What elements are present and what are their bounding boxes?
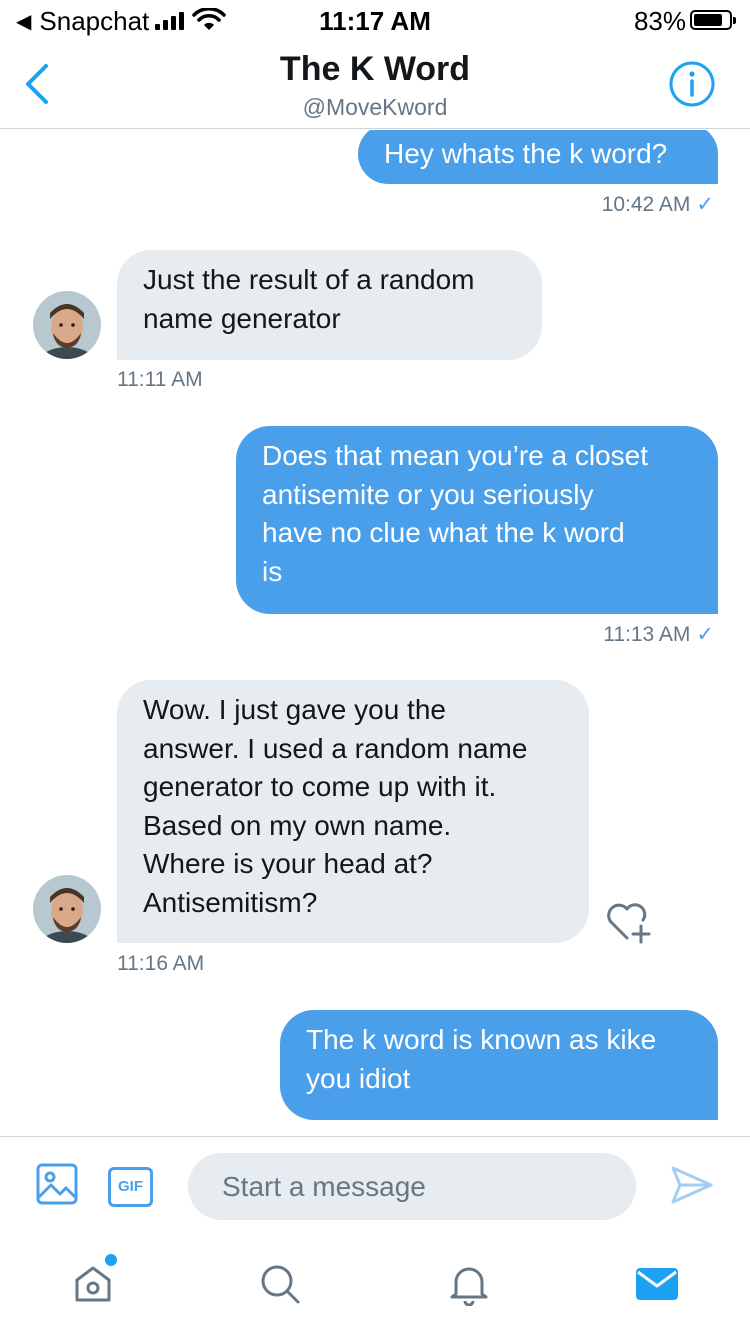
- message-line: name generator: [143, 302, 341, 334]
- image-icon[interactable]: [36, 1163, 78, 1205]
- battery-fill: [694, 14, 722, 26]
- search-icon: [261, 1265, 300, 1304]
- message-line: is: [262, 555, 283, 587]
- message-line: Just the result of a random: [143, 264, 475, 295]
- notifications-icon: [450, 1267, 488, 1306]
- new-activity-dot: [105, 1254, 117, 1266]
- received-message[interactable]: Wow. I just gave you the answer. I used …: [117, 680, 589, 943]
- tab-search[interactable]: [250, 1254, 310, 1314]
- gif-button[interactable]: GIF: [108, 1167, 153, 1207]
- message-line: Where is your head at?: [143, 848, 433, 879]
- message-timestamp: 11:11 AM: [117, 368, 203, 391]
- tab-home[interactable]: [63, 1254, 123, 1314]
- avatar[interactable]: [33, 291, 101, 359]
- info-icon[interactable]: [668, 60, 716, 108]
- status-bar: ◀ Snapchat 11:17 AM 83%: [0, 0, 750, 40]
- conversation-header: The K Word @MoveKword: [0, 40, 750, 129]
- message-thread[interactable]: Hey whats the k word? 10:42 AM ✓ Just the…: [0, 130, 750, 1136]
- message-line: Antisemitism?: [143, 886, 318, 918]
- sent-message[interactable]: The k word is known as kike you idiot: [280, 1010, 718, 1120]
- message-line: antisemite or you seriously: [262, 478, 594, 510]
- messages-icon: [636, 1268, 678, 1300]
- conversation-title: The K Word: [279, 50, 471, 88]
- message-line: Wow. I just gave you the: [143, 694, 446, 725]
- received-message[interactable]: Just the result of a random name generat…: [117, 250, 542, 360]
- tab-messages[interactable]: [627, 1254, 687, 1314]
- message-line: have no clue what the k word: [262, 517, 625, 548]
- battery-icon: [690, 10, 736, 30]
- message-timestamp: 10:42 AM ✓: [601, 193, 714, 216]
- conversation-handle: @MoveKword: [302, 94, 448, 120]
- home-icon: [75, 1266, 111, 1302]
- tab-bar: [0, 1236, 750, 1334]
- message-timestamp: 11:16 AM: [117, 952, 205, 975]
- message-line: Does that mean you’re a closet: [262, 440, 648, 471]
- battery-percentage: 83%: [633, 6, 686, 36]
- message-line: answer. I used a random name: [143, 732, 528, 764]
- message-line: Hey whats the k word?: [384, 138, 668, 169]
- read-check-icon: ✓: [696, 193, 714, 216]
- message-line: you idiot: [306, 1062, 411, 1094]
- message-composer: GIF: [0, 1136, 750, 1236]
- message-line: The k word is known as kike: [306, 1024, 657, 1055]
- send-icon[interactable]: [670, 1165, 714, 1205]
- tab-notifications[interactable]: [439, 1254, 499, 1314]
- message-line: Based on my own name.: [143, 809, 452, 841]
- message-input[interactable]: [188, 1153, 636, 1220]
- sent-message[interactable]: Hey whats the k word?: [358, 130, 718, 184]
- avatar[interactable]: [33, 875, 101, 943]
- like-heart-icon[interactable]: [605, 900, 653, 944]
- message-line: generator to come up with it.: [143, 771, 497, 802]
- sent-message[interactable]: Does that mean you’re a closet antisemit…: [236, 426, 718, 614]
- message-timestamp: 11:13 AM ✓: [603, 623, 714, 646]
- read-check-icon: ✓: [696, 623, 714, 646]
